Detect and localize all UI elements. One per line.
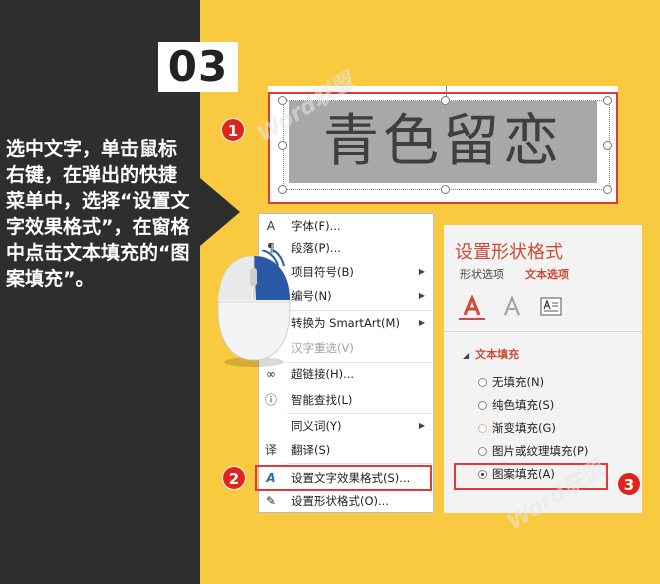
highlight-frame-2: [255, 465, 432, 491]
menu-item-label: 同义词(Y): [291, 419, 342, 433]
submenu-arrow-icon: ▶: [418, 291, 425, 300]
section-label: 文本填充: [475, 348, 520, 361]
menu-item-label: 超链接(H)...: [291, 367, 355, 381]
radio-label: 图片或纹理填充(P): [492, 444, 589, 458]
menu-item-label: 项目符号(B): [291, 265, 354, 279]
step-badge-1: 1: [221, 118, 245, 142]
menu-item-label: 编号(N): [291, 289, 332, 303]
synonyms-icon: [263, 418, 279, 434]
menu-item-font[interactable]: A 字体(F)...: [259, 214, 433, 238]
step-badge-2: 2: [222, 466, 246, 490]
smart-lookup-icon: ⓘ: [264, 393, 277, 407]
radio-label: 无填充(N): [492, 375, 545, 389]
radio-dot[interactable]: [478, 447, 487, 456]
submenu-arrow-icon: ▶: [418, 318, 425, 327]
menu-item-label: 字体(F)...: [291, 219, 341, 233]
resize-handle[interactable]: [278, 185, 287, 194]
collapse-triangle-icon: ◢: [463, 351, 470, 360]
translate-icon: 译: [264, 443, 277, 457]
menu-item-label: 段落(P)...: [291, 241, 341, 255]
radio-dot[interactable]: [478, 401, 487, 410]
menu-item-label: 翻译(S): [291, 443, 331, 457]
active-tab-underline: [459, 318, 485, 320]
step-badge-3: 3: [617, 472, 641, 496]
radio-picture-fill[interactable]: 图片或纹理填充(P): [478, 441, 588, 461]
radio-solid-fill[interactable]: 纯色填充(S): [478, 395, 554, 415]
menu-separator: [287, 463, 432, 464]
mouse-icon: [217, 250, 291, 367]
section-text-fill[interactable]: ◢ 文本填充: [463, 346, 519, 362]
radio-label: 纯色填充(S): [492, 398, 555, 412]
menu-item-label: 智能查找(L): [291, 393, 353, 407]
instruction-text: 选中文字，单击鼠标右键，在弹出的快捷菜单中，选择“设置文字效果格式”，在窗格中点…: [6, 138, 190, 290]
menu-item-label: 汉字重选(V): [291, 341, 354, 355]
tab-shape-options[interactable]: 形状选项: [460, 266, 504, 282]
step-number: 03: [158, 42, 238, 92]
radio-label: 渐变填充(G): [492, 421, 556, 435]
menu-item-format-shape[interactable]: ✎ 设置形状格式(O)...: [259, 489, 433, 513]
resize-handle[interactable]: [278, 141, 287, 150]
resize-handle[interactable]: [603, 141, 612, 150]
link-icon: ∞: [266, 367, 276, 381]
radio-no-fill[interactable]: 无填充(N): [478, 372, 544, 392]
resize-handle[interactable]: [441, 96, 450, 105]
text-effects-icon[interactable]: [500, 295, 524, 321]
pane-divider: [444, 331, 642, 332]
resize-handle[interactable]: [603, 185, 612, 194]
radio-dot[interactable]: [478, 378, 487, 387]
menu-item-label: 设置形状格式(O)...: [291, 494, 389, 508]
resize-handle[interactable]: [603, 96, 612, 105]
resize-handle[interactable]: [441, 185, 450, 194]
menu-item-translate[interactable]: 译翻译(S): [259, 438, 433, 462]
menu-item-synonyms[interactable]: 同义词(Y) ▶: [259, 414, 433, 438]
radio-dot[interactable]: [478, 424, 487, 433]
radio-gradient-fill[interactable]: 渐变填充(G): [478, 418, 556, 438]
font-icon: A: [266, 219, 276, 233]
textbox-layout-icon[interactable]: [539, 295, 563, 321]
tab-text-options[interactable]: 文本选项: [525, 266, 569, 282]
pointer-arrow: [200, 178, 240, 246]
menu-item-label: 转换为 SmartArt(M): [291, 316, 400, 330]
submenu-arrow-icon: ▶: [418, 421, 425, 430]
format-shape-icon: ✎: [265, 494, 277, 508]
pane-title: 设置形状格式: [455, 242, 563, 263]
submenu-arrow-icon: ▶: [418, 267, 425, 276]
menu-item-smart-lookup[interactable]: ⓘ 智能查找(L): [259, 388, 433, 412]
